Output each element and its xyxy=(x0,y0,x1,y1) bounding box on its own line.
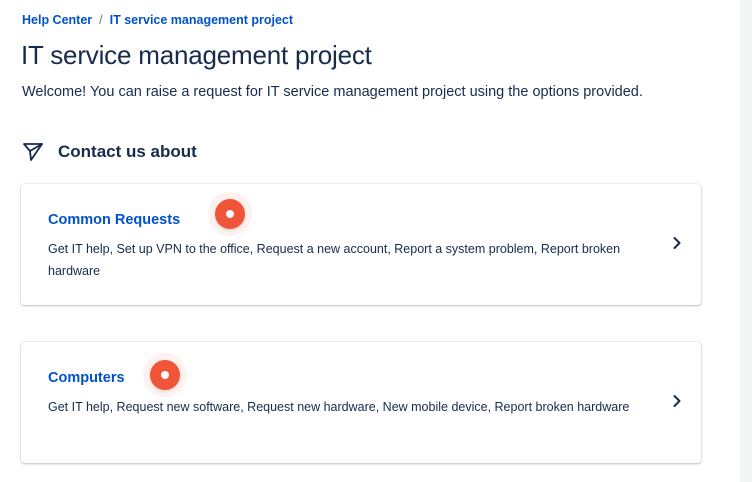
breadcrumb-separator: / xyxy=(99,13,103,27)
chevron-right-icon[interactable] xyxy=(671,236,683,250)
page-title: IT service management project xyxy=(21,40,372,70)
breadcrumb-project-link[interactable]: IT service management project xyxy=(110,13,293,27)
contact-us-heading: Contact us about xyxy=(22,142,197,162)
welcome-message: Welcome! You can raise a request for IT … xyxy=(22,84,643,100)
card-title[interactable]: Computers xyxy=(48,370,125,386)
request-group-card-common-requests[interactable]: Common Requests Get IT help, Set up VPN … xyxy=(21,184,701,305)
breadcrumb: Help Center / IT service management proj… xyxy=(22,13,293,27)
card-title[interactable]: Common Requests xyxy=(48,212,180,228)
breadcrumb-help-center-link[interactable]: Help Center xyxy=(22,13,92,27)
send-icon xyxy=(23,143,43,161)
card-description: Get IT help, Request new software, Reque… xyxy=(48,400,630,414)
contact-us-heading-label: Contact us about xyxy=(58,142,197,161)
card-description: Get IT help, Set up VPN to the office, R… xyxy=(48,242,621,278)
chevron-right-icon[interactable] xyxy=(671,394,683,408)
request-group-card-computers[interactable]: Computers Get IT help, Request new softw… xyxy=(21,342,701,463)
page-scroll-gutter xyxy=(740,0,752,482)
